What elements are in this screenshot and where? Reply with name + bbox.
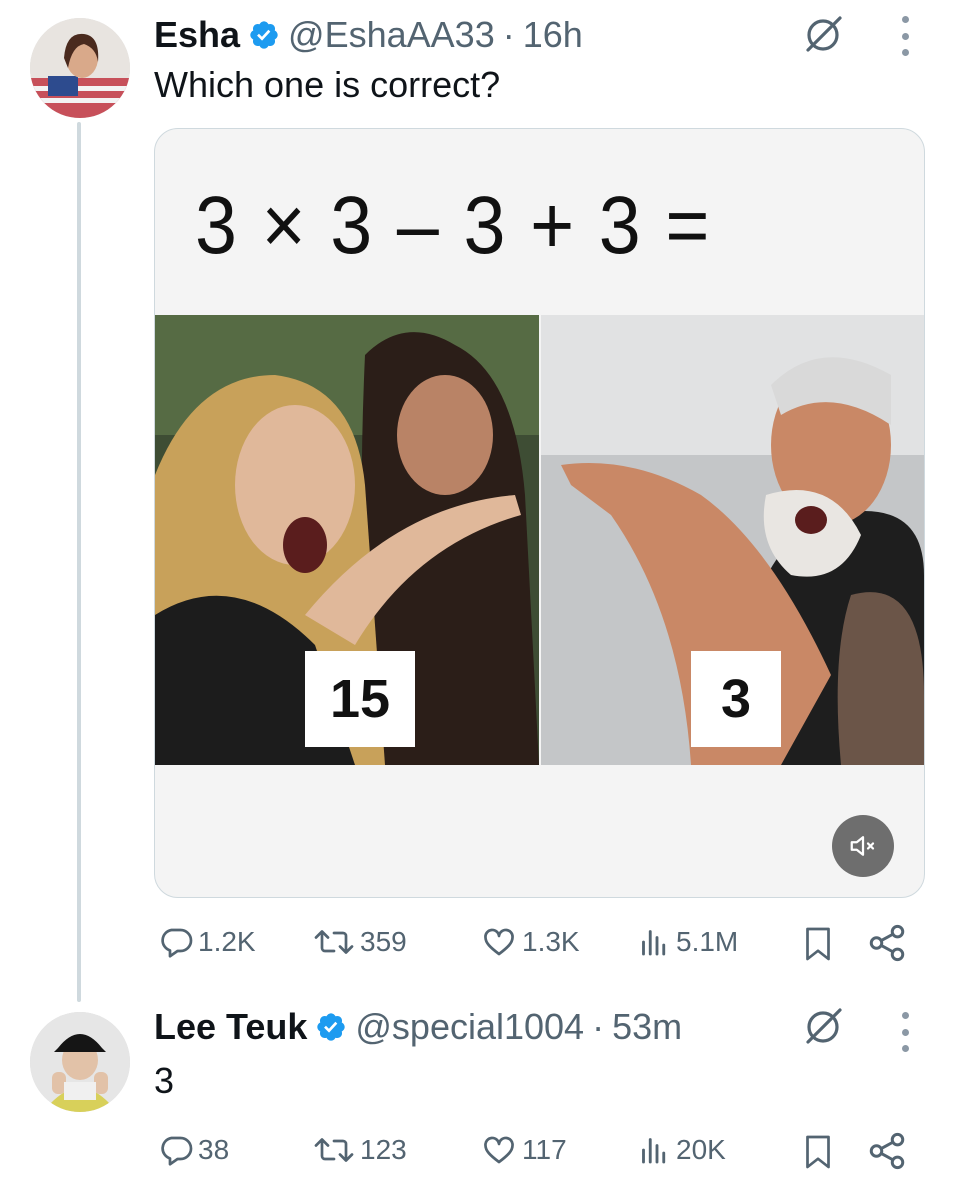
repost-count: 123 [360, 1134, 407, 1165]
timestamp[interactable]: 16h [523, 14, 583, 56]
answer-right-box: 3 [691, 651, 781, 747]
more-icon[interactable] [900, 1012, 910, 1052]
reply-count: 1.2K [198, 926, 256, 957]
bookmark-icon[interactable] [800, 924, 836, 964]
like-icon [484, 1136, 514, 1164]
thread-line [77, 122, 81, 1002]
author-name[interactable]: Esha [154, 14, 240, 56]
views-count: 20K [676, 1134, 726, 1165]
media-equation: 3 × 3 – 3 + 3 = [195, 180, 712, 271]
repost-count: 359 [360, 926, 407, 957]
reply-button[interactable]: 1.2K [158, 924, 256, 960]
media-left-panel: 15 [155, 315, 539, 765]
tweet1-media[interactable]: 3 × 3 – 3 + 3 = 15 3 [154, 128, 925, 898]
share-icon[interactable] [866, 1130, 908, 1172]
like-count: 117 [522, 1134, 567, 1165]
tweet1-header: Esha @EshaAA33 · 16h [154, 14, 583, 56]
avatar-esha-image [30, 18, 130, 118]
more-icon[interactable] [900, 16, 910, 56]
author-name[interactable]: Lee Teuk [154, 1006, 307, 1048]
like-button[interactable]: 1.3K [480, 924, 580, 960]
views-icon [642, 1138, 666, 1164]
like-button[interactable]: 117 [480, 1132, 567, 1168]
like-count: 1.3K [522, 926, 580, 957]
tweet1-text: Which one is correct? [154, 64, 501, 105]
mute-icon [850, 836, 875, 856]
grok-icon[interactable] [800, 1004, 846, 1050]
timestamp[interactable]: 53m [612, 1006, 682, 1048]
avatar-esha[interactable] [30, 18, 130, 118]
separator-dot: · [592, 1006, 605, 1047]
author-handle[interactable]: @EshaAA33 [288, 14, 495, 56]
author-handle[interactable]: @special1004 [355, 1006, 584, 1048]
separator-dot: · [502, 14, 515, 55]
media-right-panel: 3 [541, 315, 924, 765]
reply-icon [161, 1136, 193, 1166]
reply-button[interactable]: 38 [158, 1132, 229, 1168]
views-icon [642, 930, 666, 956]
reply-count: 38 [198, 1134, 230, 1165]
verified-badge-icon [317, 1013, 346, 1041]
avatar-leeteuk[interactable] [30, 1012, 130, 1112]
tweet2-header: Lee Teuk @special1004 · 53m [154, 1006, 682, 1048]
views-count: 5.1M [676, 926, 739, 957]
share-icon[interactable] [866, 922, 908, 964]
mute-button[interactable] [832, 815, 894, 877]
views-button[interactable]: 20K [636, 1132, 726, 1168]
repost-button[interactable]: 123 [312, 1132, 407, 1168]
avatar-leeteuk-image [30, 1012, 130, 1112]
like-icon [484, 928, 514, 956]
answer-left-box: 15 [305, 651, 415, 747]
repost-icon [314, 1138, 354, 1162]
repost-button[interactable]: 359 [312, 924, 407, 960]
tweet2-text: 3 [154, 1060, 175, 1101]
grok-icon[interactable] [800, 12, 846, 58]
reply-icon [161, 928, 193, 958]
bookmark-icon[interactable] [800, 1132, 836, 1172]
repost-icon [314, 930, 354, 954]
views-button[interactable]: 5.1M [636, 924, 738, 960]
verified-badge-icon [250, 21, 278, 49]
